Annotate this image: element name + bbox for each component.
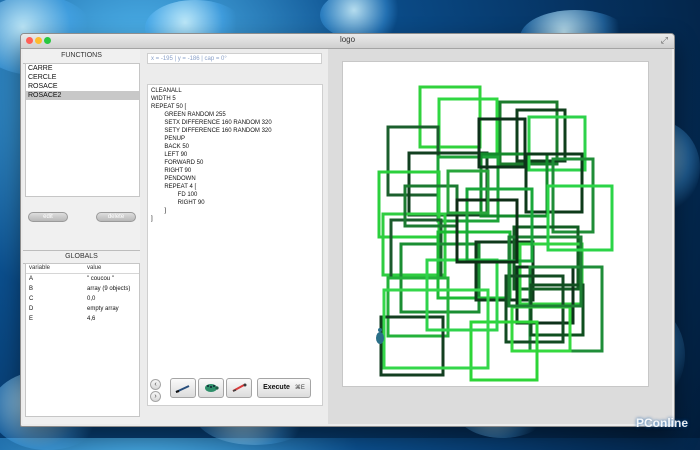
code-line: ] xyxy=(151,208,167,214)
code-line: REPEAT 50 [ xyxy=(151,104,187,110)
turtle-tool-button[interactable] xyxy=(198,378,224,398)
execute-shortcut: ⌘E xyxy=(294,385,305,391)
variable-header: variable xyxy=(29,265,51,271)
table-row[interactable]: B array (9 objects) xyxy=(26,284,139,294)
bottom-controls: ‹ › Execute ⌘E xyxy=(150,377,320,402)
turtle-coordinates: x = -195 | y = -186 | cap = 0° xyxy=(147,53,322,64)
code-line: SETX DIFFERENCE 160 RANDOM 320 xyxy=(151,120,272,126)
pen-icon xyxy=(175,385,190,393)
variable-cell: B xyxy=(29,286,34,292)
variable-cell: C xyxy=(29,296,34,302)
code-line: ] xyxy=(151,216,153,222)
globals-header-row: variable value xyxy=(26,264,139,274)
table-row[interactable]: E 4,6 xyxy=(26,314,139,324)
code-line: FORWARD 50 xyxy=(151,160,204,166)
code-line: FD 100 xyxy=(151,192,198,198)
pen-tool-button[interactable] xyxy=(170,378,196,398)
code-line: PENUP xyxy=(151,136,186,142)
turtle-icon xyxy=(205,384,219,392)
functions-list[interactable]: CARRE CERCLE ROSACE ROSACE2 xyxy=(25,63,140,197)
chevron-right-icon[interactable]: › xyxy=(150,391,161,402)
variable-cell: E xyxy=(29,316,34,322)
function-item[interactable]: CERCLE xyxy=(26,73,139,82)
globals-table[interactable]: variable value A " coucou " B array (9 o… xyxy=(25,263,140,417)
value-cell: " coucou " xyxy=(87,276,114,282)
execute-button[interactable]: Execute ⌘E xyxy=(257,378,311,398)
brush-tool-button[interactable] xyxy=(226,378,252,398)
chevron-left-icon[interactable]: ‹ xyxy=(150,379,161,390)
fullscreen-icon[interactable]: ⤢ xyxy=(661,35,668,46)
logo-app-window: logo ⤢ FUNCTIONS CARRE CERCLE ROSACE ROS… xyxy=(20,33,675,427)
functions-title: FUNCTIONS xyxy=(23,49,140,64)
delete-function-button[interactable]: delete xyxy=(96,212,136,222)
table-row[interactable]: D empty array xyxy=(26,304,139,314)
edit-function-button[interactable]: edit xyxy=(28,212,68,222)
variable-cell: A xyxy=(29,276,34,282)
value-cell: array (9 objects) xyxy=(87,286,131,292)
turtle-canvas[interactable] xyxy=(342,61,649,387)
window-title: logo xyxy=(339,35,356,44)
brush-icon xyxy=(232,383,247,392)
function-item[interactable]: CARRE xyxy=(26,64,139,73)
watermark: PConline xyxy=(635,416,688,430)
code-line: RIGHT 90 xyxy=(151,168,192,174)
code-line: GREEN RANDOM 255 xyxy=(151,112,226,118)
code-line: SETY DIFFERENCE 160 RANDOM 320 xyxy=(151,128,272,134)
code-line: RIGHT 90 xyxy=(151,200,205,206)
code-line: WIDTH 5 xyxy=(151,96,176,102)
code-editor[interactable]: CLEANALL WIDTH 5 REPEAT 50 [ GREEN RANDO… xyxy=(147,84,323,406)
code-line: PENDOWN xyxy=(151,176,196,182)
code-line: REPEAT 4 [ xyxy=(151,184,197,190)
editor-pane: x = -195 | y = -186 | cap = 0° CLEANALL … xyxy=(146,49,325,424)
drawing-svg xyxy=(376,85,614,382)
execute-label: Execute xyxy=(263,384,290,391)
globals-title: GLOBALS xyxy=(23,250,140,264)
variable-cell: D xyxy=(29,306,34,312)
code-line: BACK 50 xyxy=(151,144,190,150)
code-line: CLEANALL xyxy=(151,88,182,94)
title-bar: logo ⤢ xyxy=(21,34,674,49)
value-cell: empty array xyxy=(87,306,119,312)
function-item-selected[interactable]: ROSACE2 xyxy=(26,91,139,100)
value-cell: 0,0 xyxy=(87,296,96,302)
turtle-canvas-pane xyxy=(328,49,672,424)
function-item[interactable]: ROSACE xyxy=(26,82,139,91)
value-cell: 4,6 xyxy=(87,316,96,322)
left-sidebar: FUNCTIONS CARRE CERCLE ROSACE ROSACE2 ed… xyxy=(23,49,140,424)
table-row[interactable]: A " coucou " xyxy=(26,274,139,284)
code-line: LEFT 90 xyxy=(151,152,188,158)
table-row[interactable]: C 0,0 xyxy=(26,294,139,304)
value-header: value xyxy=(87,265,102,271)
